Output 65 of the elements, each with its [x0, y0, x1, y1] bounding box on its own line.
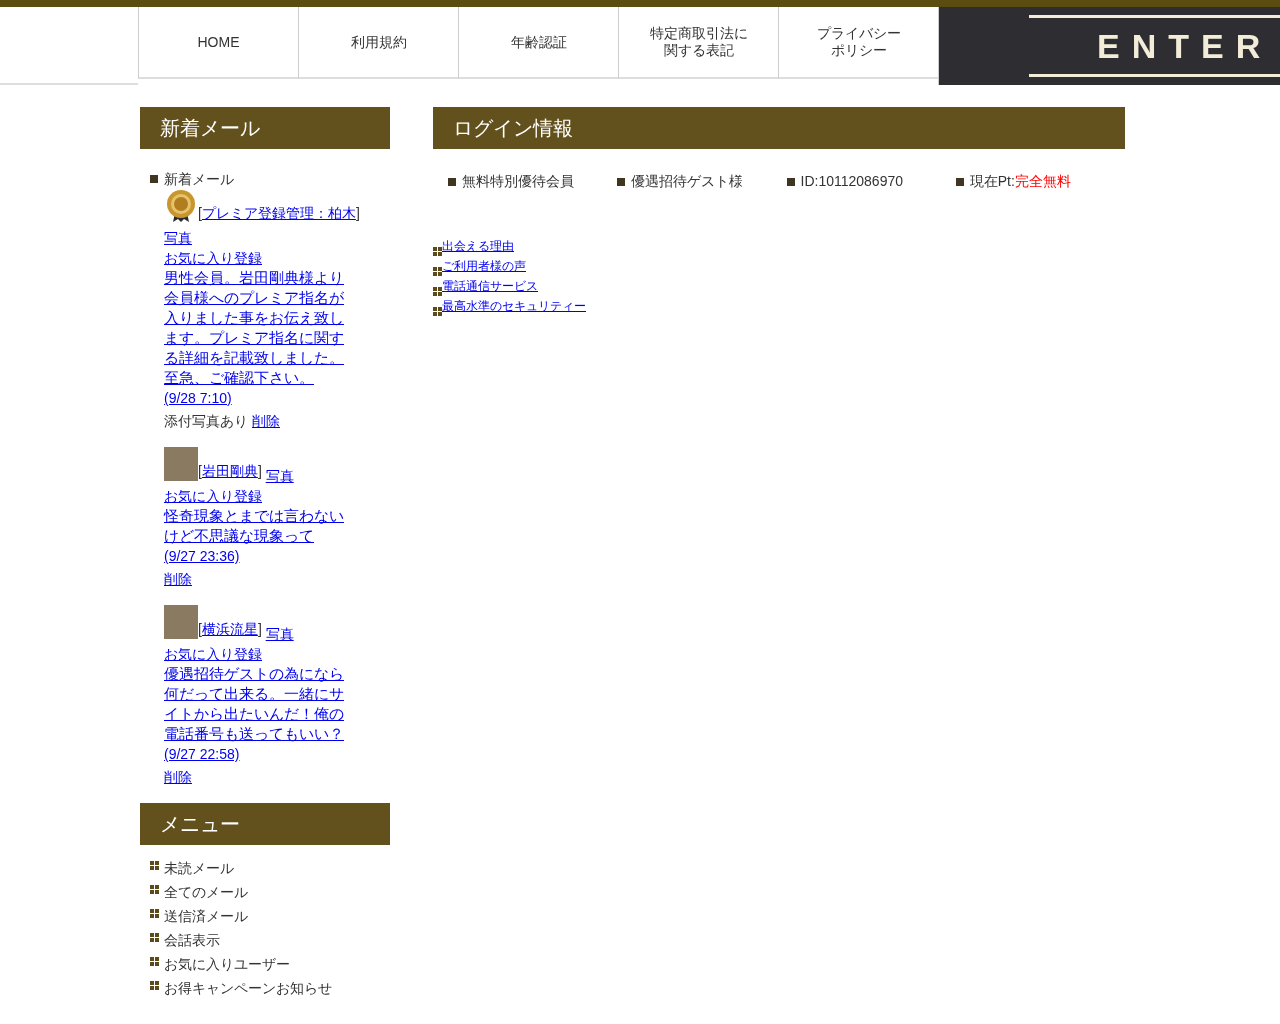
info-link[interactable]: 出会える理由 [442, 236, 514, 256]
favorite-link[interactable]: お気に入り登録 [164, 488, 262, 504]
info-link[interactable]: 最高水準のセキュリティー [442, 296, 586, 316]
photo-placeholder [164, 605, 198, 639]
bullet-icon [150, 909, 159, 918]
time-link[interactable]: (9/28 7:10) [164, 390, 232, 406]
bullet-icon [150, 861, 159, 870]
info-link[interactable]: ご利用者様の声 [442, 256, 526, 276]
photo-link[interactable]: 写真 [265, 468, 294, 484]
bracket: ] [257, 620, 262, 639]
info-text: 無料特別優待会員 [462, 172, 574, 191]
medal-icon [164, 189, 198, 223]
section-header: ログイン情報 [433, 107, 1125, 149]
bullet-icon [150, 933, 159, 942]
logo-text: ENTER [1097, 25, 1273, 67]
menu-item[interactable]: お気に入りユーザー [164, 954, 290, 975]
menu-item[interactable]: 未読メール [164, 858, 234, 879]
bullet-icon [617, 177, 626, 186]
enter-banner[interactable]: ENTER [938, 7, 1280, 85]
menu-item[interactable]: 送信済メール [164, 906, 248, 927]
bracket: ] [355, 204, 360, 223]
nav-tab[interactable]: 特定商取引法に 関する表記 [618, 7, 778, 79]
time-link[interactable]: (9/27 22:58) [164, 746, 240, 762]
nav-tab[interactable]: 年齢認証 [458, 7, 618, 79]
bullet-icon [150, 175, 158, 183]
menu-item[interactable]: 全てのメール [164, 882, 248, 903]
section-header: 新着メール [140, 107, 390, 149]
info-text: 優遇招待ゲスト様 [631, 172, 744, 191]
favorite-link[interactable]: お気に入り登録 [164, 250, 262, 266]
info-link[interactable]: 電話通信サービス [442, 276, 538, 296]
bracket: [ [198, 620, 202, 639]
info-text: 現在Pt:完全無料 [969, 172, 1071, 191]
favorite-link[interactable]: お気に入り登録 [164, 646, 262, 662]
bracket: ] [257, 462, 262, 481]
section-header: メニュー [140, 803, 390, 845]
bracket: [ [198, 462, 202, 481]
photo-placeholder [164, 447, 198, 481]
list-heading: 新着メール [164, 170, 234, 189]
sender-link[interactable]: プレミア登録管理：柏木 [201, 203, 356, 223]
menu-item[interactable]: 会話表示 [164, 930, 220, 951]
info-text: ID:10112086970 [800, 172, 903, 191]
nav-tab[interactable]: HOME [138, 7, 298, 79]
attachment-note: 添付写真あり [164, 413, 248, 429]
delete-link[interactable]: 削除 [164, 571, 192, 587]
bullet-icon [433, 247, 442, 256]
photo-link[interactable]: 写真 [164, 230, 192, 246]
nav-tab[interactable]: 利用規約 [298, 7, 458, 79]
bullet-icon [150, 981, 159, 990]
menu-item[interactable]: お得キャンペーンお知らせ [164, 978, 332, 999]
bullet-icon [433, 267, 442, 276]
message-link[interactable]: 優遇招待ゲストの為になら何だって出来る。一緒にサイトから出たいんだ！俺の電話番号も送ってもいい？ [164, 664, 346, 744]
bullet-icon [955, 177, 964, 186]
bullet-icon [786, 177, 795, 186]
photo-link[interactable]: 写真 [265, 626, 294, 642]
bullet-icon [150, 957, 159, 966]
message-link[interactable]: 男性会員。岩田剛典様より会員様へのプレミア指名が入りました事をお伝え致します。プレミア指名に関する詳細を記載致しました。至急、ご確認下さい。 [164, 268, 346, 388]
bullet-icon [448, 177, 456, 186]
message-link[interactable]: 怪奇現象とまでは言わないけど不思議な現象って [164, 506, 346, 546]
delete-link[interactable]: 削除 [164, 769, 192, 785]
bullet-icon [150, 885, 159, 894]
bullet-icon [433, 307, 442, 316]
bullet-icon [433, 287, 442, 296]
delete-link[interactable]: 削除 [252, 413, 280, 429]
time-link[interactable]: (9/27 23:36) [164, 548, 240, 564]
bracket: [ [198, 204, 202, 223]
